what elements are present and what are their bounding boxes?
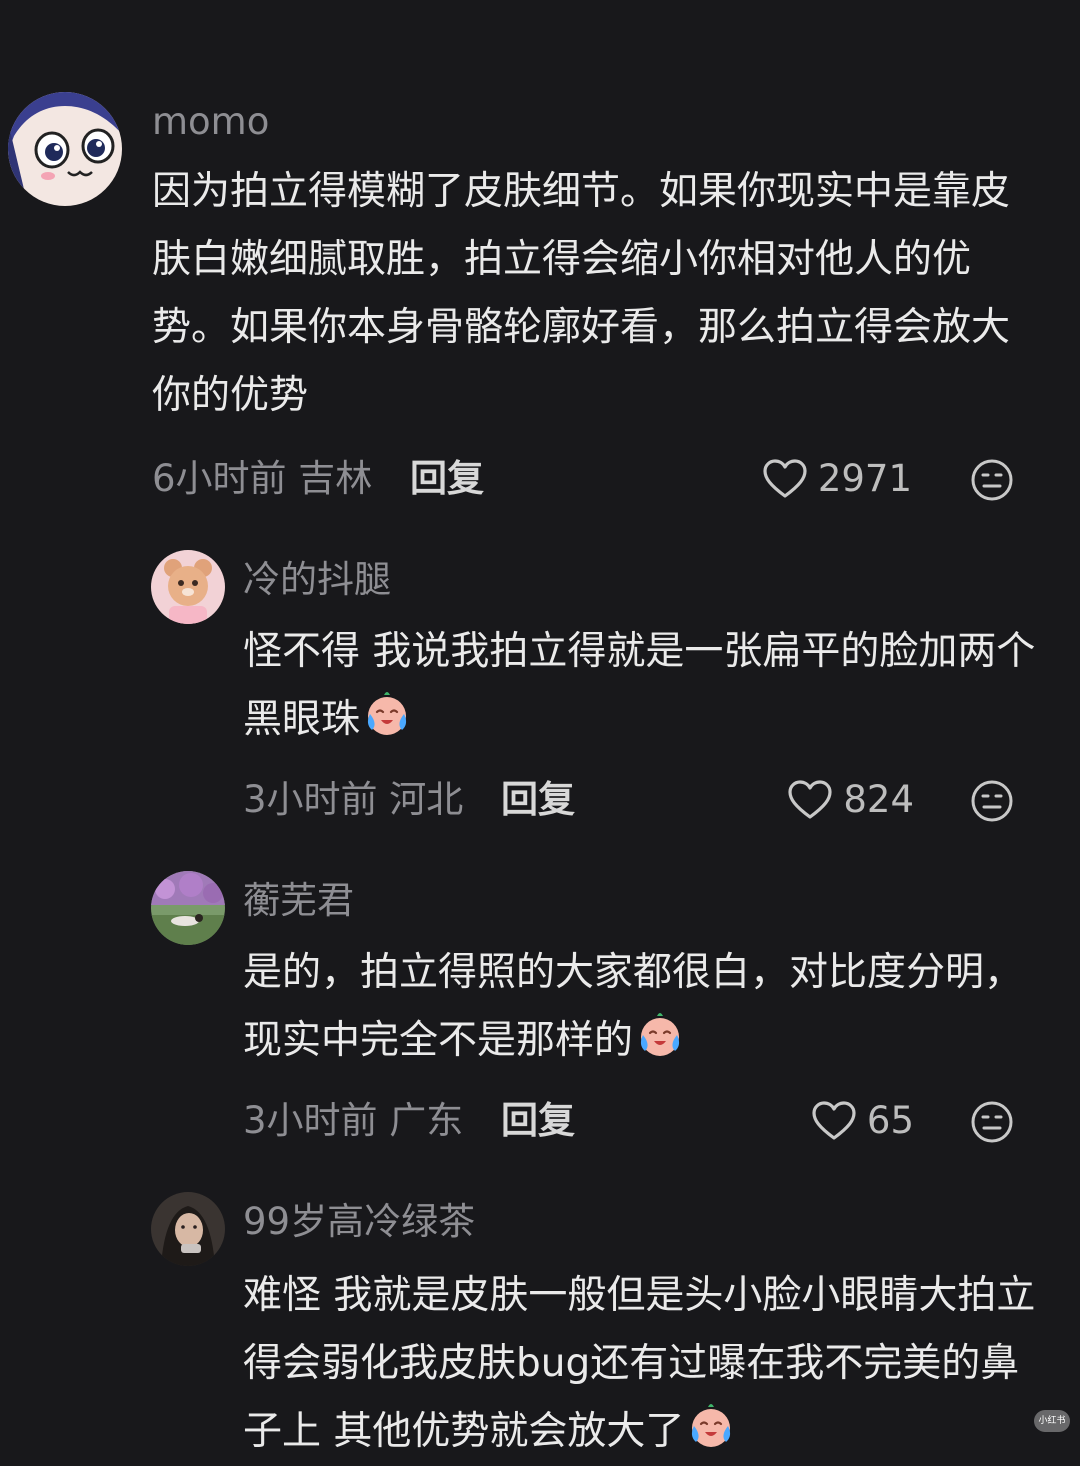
crying-face-emoji [640, 1013, 680, 1056]
comment-text: 怪不得 我说我拍立得就是一张扁平的脸加两个黑眼珠 [243, 618, 1043, 754]
reply-button[interactable]: 回复 [501, 1096, 575, 1146]
neutral-face-icon[interactable] [970, 779, 1014, 823]
username[interactable]: 99岁高冷绿茶 [243, 1200, 475, 1244]
heart-icon [763, 459, 807, 498]
heart-icon [812, 1101, 856, 1140]
comment-text-content: 难怪 我就是皮肤一般但是头小脸小眼睛大拍立得会弱化我皮肤bug还有过曝在我不完美… [243, 1273, 1036, 1454]
like-button[interactable]: 824 [787, 775, 914, 825]
avatar-user[interactable] [151, 871, 225, 945]
username[interactable]: momo [152, 100, 269, 144]
avatar-user[interactable] [151, 550, 225, 624]
time-location: 6小时前 吉林 [152, 457, 373, 500]
neutral-face-icon[interactable] [970, 458, 1014, 502]
avatar-bear-image [151, 550, 225, 624]
like-count: 2971 [817, 457, 912, 500]
time-location: 3小时前 广东 [243, 1099, 464, 1142]
like-count: 824 [843, 778, 914, 821]
comment-3: 蘅芜君 是的，拍立得照的大家都很白，对比度分明，现实中完全不是那样的 3小时前 … [0, 869, 1080, 1159]
time-location: 3小时前 河北 [243, 778, 464, 821]
reply-button[interactable]: 回复 [410, 454, 484, 504]
comment-meta: 6小时前 吉林 回复 2971 [0, 454, 1080, 504]
avatar-momo[interactable] [8, 92, 122, 206]
comment-meta: 3小时前 广东 回复 65 [0, 1096, 1080, 1146]
comment-text-content: 是的，拍立得照的大家都很白，对比度分明，现实中完全不是那样的 [243, 950, 1024, 1063]
avatar-anime-face-image [8, 92, 122, 206]
comment-text: 因为拍立得模糊了皮肤细节。如果你现实中是靠皮肤白嫩细腻取胜，拍立得会缩小你相对他… [152, 169, 1011, 418]
watermark-logo: 小红书 [1034, 1410, 1070, 1432]
like-button[interactable]: 65 [811, 1096, 914, 1146]
like-count: 65 [866, 1099, 914, 1142]
like-button[interactable]: 2971 [762, 454, 912, 504]
comment-text: 难怪 我就是皮肤一般但是头小脸小眼睛大拍立得会弱化我皮肤bug还有过曝在我不完美… [243, 1262, 1043, 1466]
reply-button[interactable]: 回复 [501, 775, 575, 825]
comment-4: 99岁高冷绿茶 难怪 我就是皮肤一般但是头小脸小眼睛大拍立得会弱化我皮肤bug还… [0, 1190, 1080, 1454]
neutral-face-icon[interactable] [970, 1100, 1014, 1144]
username[interactable]: 蘅芜君 [243, 879, 354, 923]
crying-face-emoji [692, 1404, 731, 1447]
avatar-user[interactable] [151, 1192, 225, 1266]
comment-text: 是的，拍立得照的大家都很白，对比度分明，现实中完全不是那样的 [243, 939, 1043, 1075]
comment-meta: 3小时前 河北 回复 824 [0, 775, 1080, 825]
heart-icon [788, 780, 832, 819]
comment-2: 冷的抖腿 怪不得 我说我拍立得就是一张扁平的脸加两个黑眼珠 3小时前 河北 回复… [0, 548, 1080, 838]
comment-1: momo 因为拍立得模糊了皮肤细节。如果你现实中是靠皮肤白嫩细腻取胜，拍立得会缩… [0, 88, 1080, 518]
avatar-garden-photo [151, 871, 225, 945]
username[interactable]: 冷的抖腿 [243, 558, 391, 602]
avatar-portrait-photo [151, 1192, 225, 1266]
crying-face-emoji [367, 692, 407, 735]
